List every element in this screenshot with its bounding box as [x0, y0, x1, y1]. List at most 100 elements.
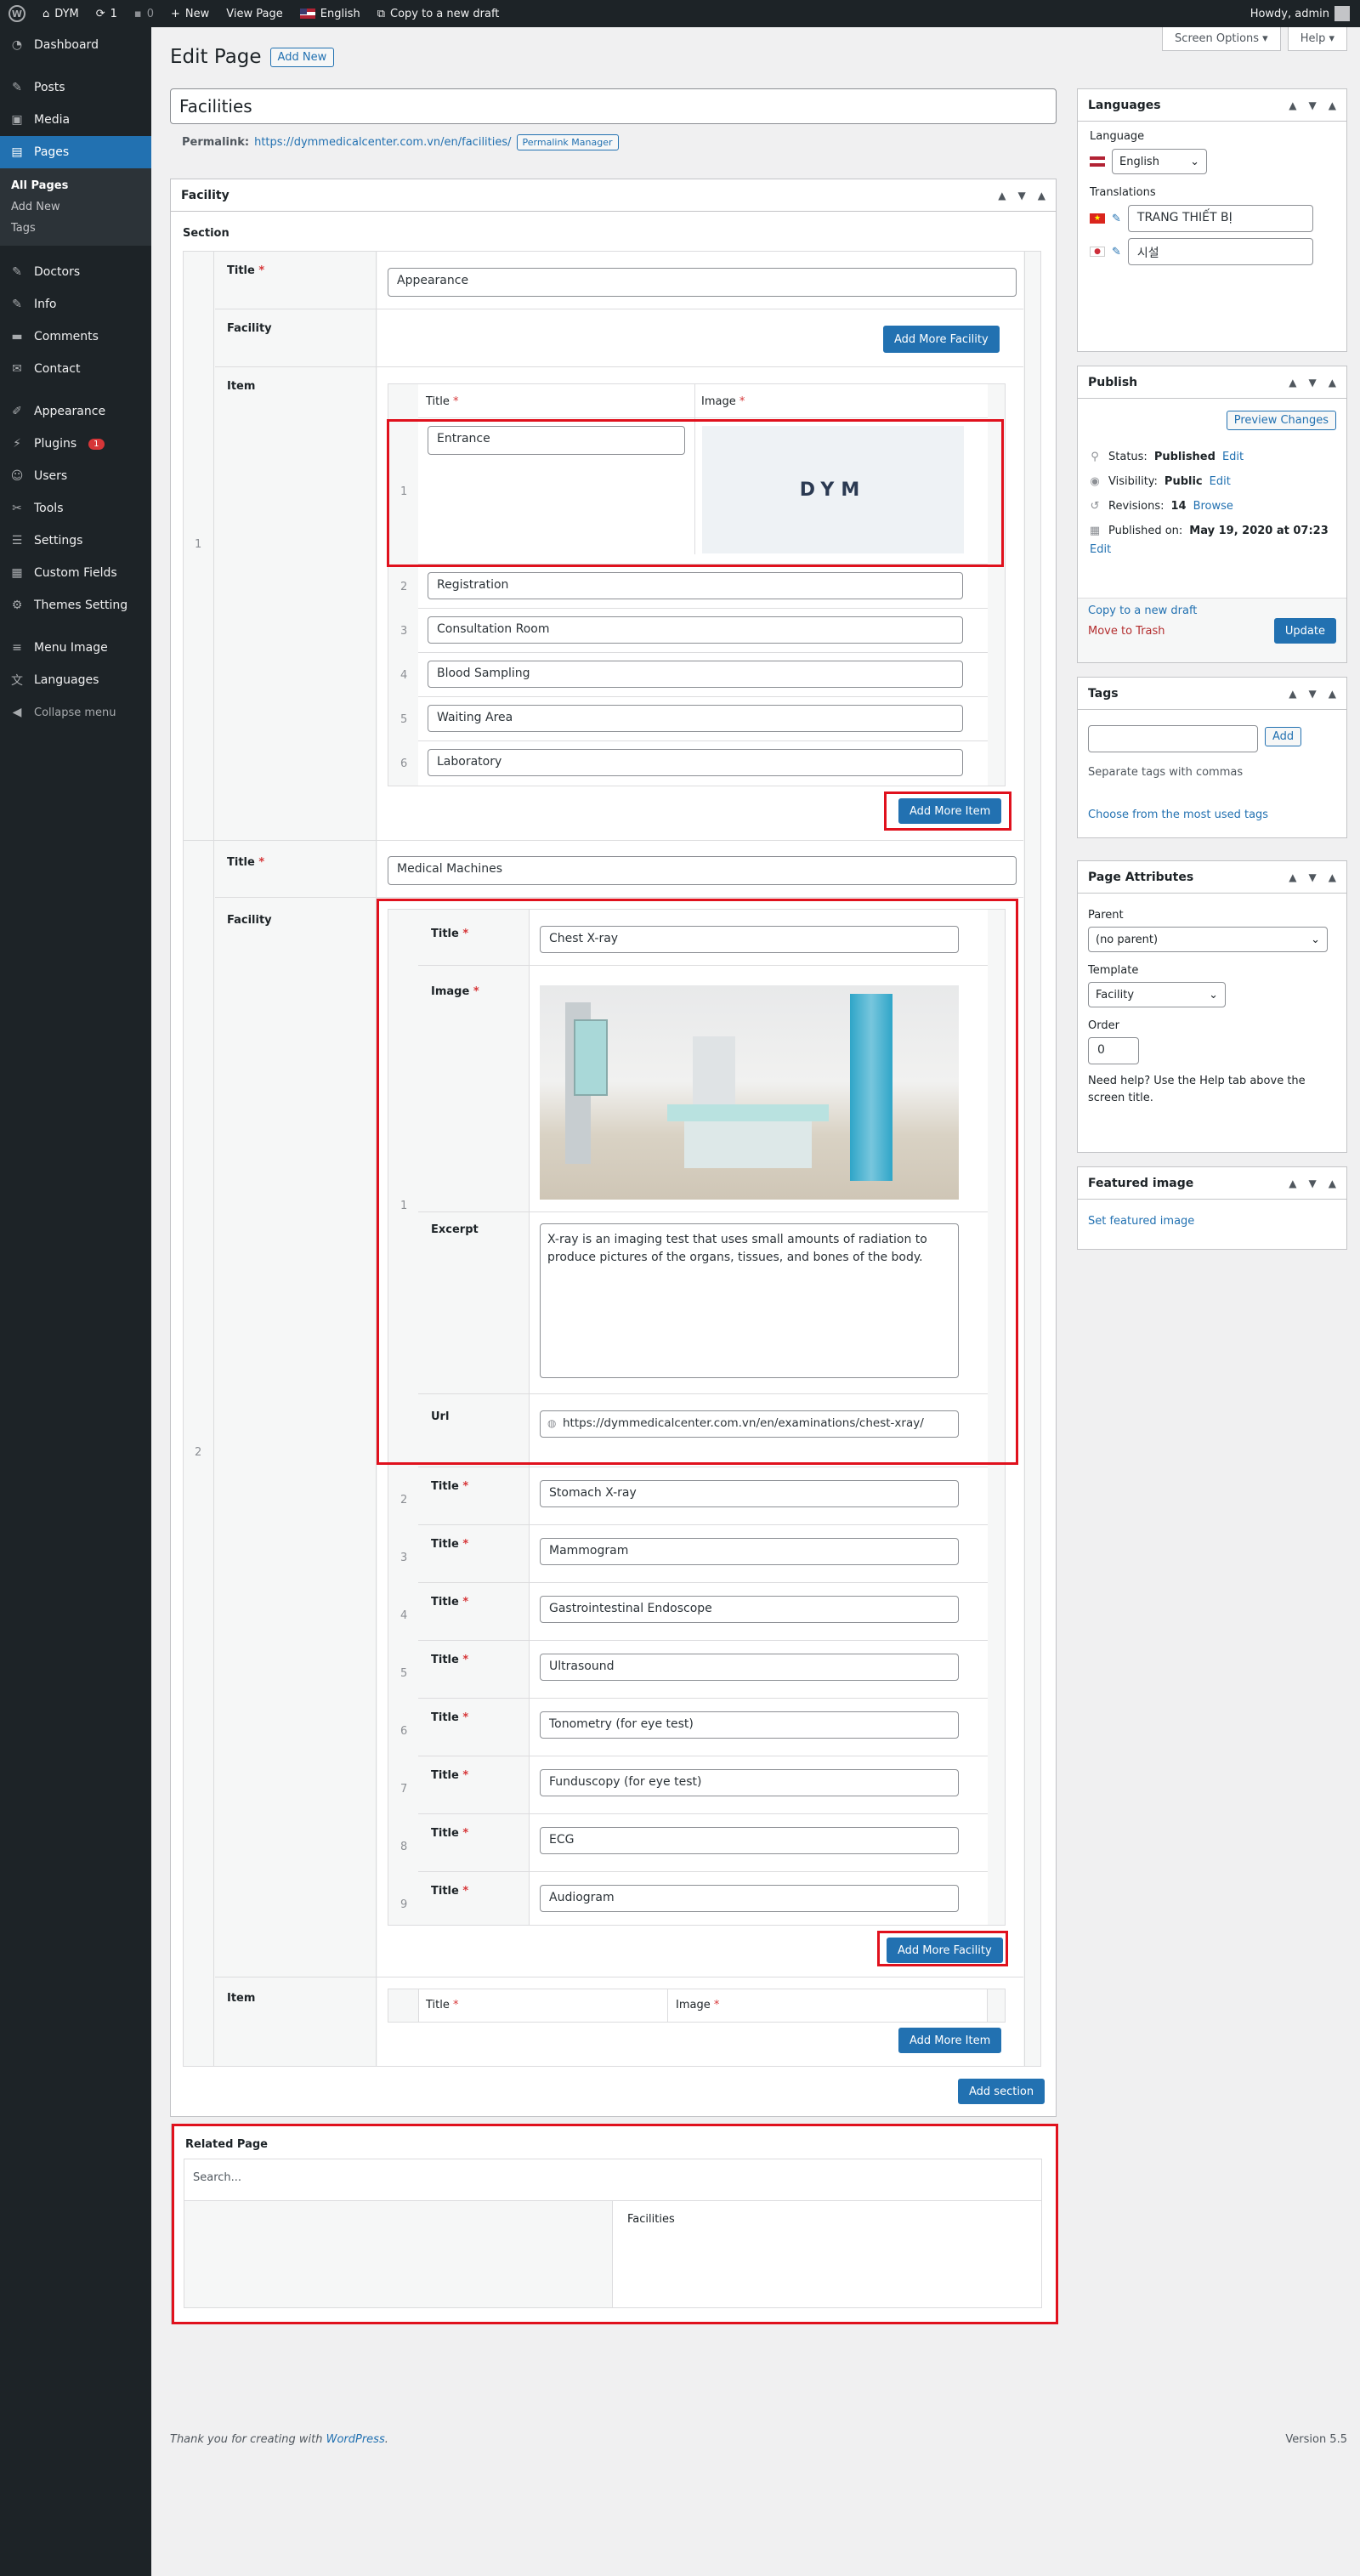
- add-new-button[interactable]: Add New: [269, 47, 335, 67]
- browse-revisions-link[interactable]: Browse: [1193, 500, 1233, 513]
- menu-comments[interactable]: ▬ Comments: [0, 321, 151, 353]
- toggle-panel-icon[interactable]: ▲: [1329, 1177, 1336, 1189]
- item-entrance-image[interactable]: DYM: [702, 426, 964, 553]
- update-button[interactable]: Update: [1273, 618, 1336, 644]
- menu-menu-image[interactable]: ≡ Menu Image: [0, 632, 151, 664]
- menu-appearance[interactable]: ✐ Appearance: [0, 395, 151, 428]
- menu-settings[interactable]: ☰ Settings: [0, 525, 151, 557]
- item-laboratory-title-input[interactable]: Laboratory: [428, 749, 963, 776]
- toggle-panel-icon[interactable]: ▲: [1329, 377, 1336, 389]
- item-registration-title-input[interactable]: Registration: [428, 572, 963, 599]
- move-up-icon[interactable]: ▲: [1289, 688, 1296, 700]
- facility-title-input[interactable]: Ultrasound: [540, 1654, 959, 1681]
- submenu-tags[interactable]: Tags: [0, 218, 151, 239]
- move-down-icon[interactable]: ▼: [1309, 688, 1317, 700]
- edit-status-link[interactable]: Edit: [1222, 451, 1244, 463]
- move-up-icon[interactable]: ▲: [1289, 377, 1296, 389]
- menu-plugins[interactable]: ⚡ Plugins 1: [0, 428, 151, 460]
- view-page-link[interactable]: View Page: [218, 0, 291, 27]
- set-featured-image-link[interactable]: Set featured image: [1088, 1215, 1194, 1228]
- help-button[interactable]: Help ▾: [1287, 27, 1347, 51]
- section1-title-input[interactable]: Appearance: [388, 268, 1017, 297]
- pencil-icon[interactable]: ✎: [1112, 213, 1121, 225]
- menu-info[interactable]: ✎ Info: [0, 288, 151, 321]
- section2-add-more-item-button[interactable]: Add More Item: [898, 2028, 1002, 2053]
- vietnamese-translation-input[interactable]: TRANG THIẾT BỊ: [1127, 205, 1313, 232]
- item-entrance-title-input[interactable]: Entrance: [428, 426, 685, 455]
- title-input[interactable]: Facilities: [170, 88, 1057, 124]
- menu-contact[interactable]: ✉ Contact: [0, 353, 151, 385]
- facility-title-input[interactable]: Funduscopy (for eye test): [540, 1769, 959, 1796]
- facility-title-input[interactable]: Tonometry (for eye test): [540, 1711, 959, 1739]
- comments-link[interactable]: ▪ 0: [126, 0, 162, 27]
- move-down-icon[interactable]: ▼: [1309, 871, 1317, 883]
- chest-xray-title-input[interactable]: Chest X-ray: [540, 926, 959, 953]
- section2-title-input[interactable]: Medical Machines: [388, 856, 1017, 885]
- my-account[interactable]: Howdy, admin: [1250, 6, 1360, 21]
- facility-title-input[interactable]: Stomach X-ray: [540, 1480, 959, 1507]
- related-choices-list[interactable]: [184, 2201, 613, 2307]
- site-name-link[interactable]: ⌂ DYM: [34, 0, 88, 27]
- submenu-all-pages[interactable]: All Pages: [0, 175, 151, 196]
- facility-title-input[interactable]: Mammogram: [540, 1538, 959, 1565]
- wordpress-logo-icon[interactable]: W: [0, 0, 34, 27]
- menu-tools[interactable]: ✂ Tools: [0, 492, 151, 525]
- menu-pages[interactable]: ▤ Pages: [0, 136, 151, 168]
- section2-add-more-facility-button[interactable]: Add More Facility: [887, 1938, 1003, 1963]
- section1-add-more-facility-button[interactable]: Add More Facility: [883, 326, 1000, 353]
- language-select[interactable]: English ⌄: [1112, 149, 1207, 174]
- permalink-link[interactable]: https://dymmedicalcenter.com.vn/en/facil…: [254, 136, 511, 149]
- move-up-icon[interactable]: ▲: [1289, 871, 1296, 883]
- korean-translation-input[interactable]: 시설: [1127, 238, 1313, 265]
- submenu-add-new[interactable]: Add New: [0, 196, 151, 218]
- add-tag-button[interactable]: Add: [1265, 727, 1302, 746]
- add-section-button[interactable]: Add section: [958, 2079, 1046, 2104]
- pencil-icon[interactable]: ✎: [1112, 246, 1121, 258]
- choose-tags-link[interactable]: Choose from the most used tags: [1088, 809, 1268, 821]
- edit-date-link[interactable]: Edit: [1090, 543, 1338, 556]
- move-up-icon[interactable]: ▲: [1289, 99, 1296, 111]
- order-input[interactable]: 0: [1088, 1037, 1139, 1064]
- edit-visibility-link[interactable]: Edit: [1210, 475, 1231, 488]
- item-consultation-title-input[interactable]: Consultation Room: [428, 616, 963, 644]
- section1-add-more-item-button[interactable]: Add More Item: [898, 798, 1002, 824]
- move-down-icon[interactable]: ▼: [1309, 99, 1317, 111]
- updates-link[interactable]: ⟳ 1: [88, 0, 126, 27]
- facility-title-input[interactable]: Gastrointestinal Endoscope: [540, 1596, 959, 1623]
- facility-title-input[interactable]: Audiogram: [540, 1885, 959, 1912]
- language-switch[interactable]: English: [292, 0, 369, 27]
- facility-title-input[interactable]: ECG: [540, 1827, 959, 1854]
- toggle-panel-icon[interactable]: ▲: [1329, 871, 1336, 883]
- tags-input[interactable]: [1088, 725, 1258, 752]
- move-down-icon[interactable]: ▼: [1309, 1177, 1317, 1189]
- related-selected-item[interactable]: Facilities: [627, 2213, 675, 2226]
- menu-dashboard[interactable]: ◔ Dashboard: [0, 29, 151, 61]
- menu-media[interactable]: ▣ Media: [0, 104, 151, 136]
- related-search-input[interactable]: Search...: [184, 2159, 1042, 2201]
- move-up-icon[interactable]: ▲: [1289, 1177, 1296, 1189]
- collapse-menu-button[interactable]: ◀ Collapse menu: [0, 696, 151, 729]
- parent-select[interactable]: (no parent) ⌄: [1088, 927, 1328, 952]
- move-up-icon[interactable]: ▲: [998, 190, 1006, 201]
- preview-changes-button[interactable]: Preview Changes: [1226, 411, 1336, 430]
- item-blood-sampling-title-input[interactable]: Blood Sampling: [428, 661, 963, 688]
- copy-to-draft-link[interactable]: Copy to a new draft: [1088, 604, 1197, 617]
- move-to-trash-link[interactable]: Move to Trash: [1088, 625, 1165, 638]
- move-down-icon[interactable]: ▼: [1018, 190, 1026, 201]
- chest-xray-excerpt-textarea[interactable]: X-ray is an imaging test that uses small…: [540, 1223, 959, 1378]
- toggle-panel-icon[interactable]: ▲: [1038, 190, 1046, 201]
- chest-xray-image[interactable]: [540, 985, 959, 1200]
- item-waiting-area-title-input[interactable]: Waiting Area: [428, 705, 963, 732]
- menu-themes-setting[interactable]: ⚙ Themes Setting: [0, 589, 151, 621]
- menu-posts[interactable]: ✎ Posts: [0, 71, 151, 104]
- toggle-panel-icon[interactable]: ▲: [1329, 688, 1336, 700]
- screen-options-button[interactable]: Screen Options ▾: [1162, 27, 1281, 51]
- menu-custom-fields[interactable]: ▦ Custom Fields: [0, 557, 151, 589]
- toggle-panel-icon[interactable]: ▲: [1329, 99, 1336, 111]
- chest-xray-url-input[interactable]: ◍ https://dymmedicalcenter.com.vn/en/exam…: [540, 1410, 959, 1438]
- template-select[interactable]: Facility ⌄: [1088, 982, 1226, 1007]
- menu-languages[interactable]: 文 Languages: [0, 664, 151, 696]
- menu-doctors[interactable]: ✎ Doctors: [0, 256, 151, 288]
- copy-draft-link[interactable]: ⧉ Copy to a new draft: [369, 0, 508, 27]
- new-content-link[interactable]: + New: [162, 0, 218, 27]
